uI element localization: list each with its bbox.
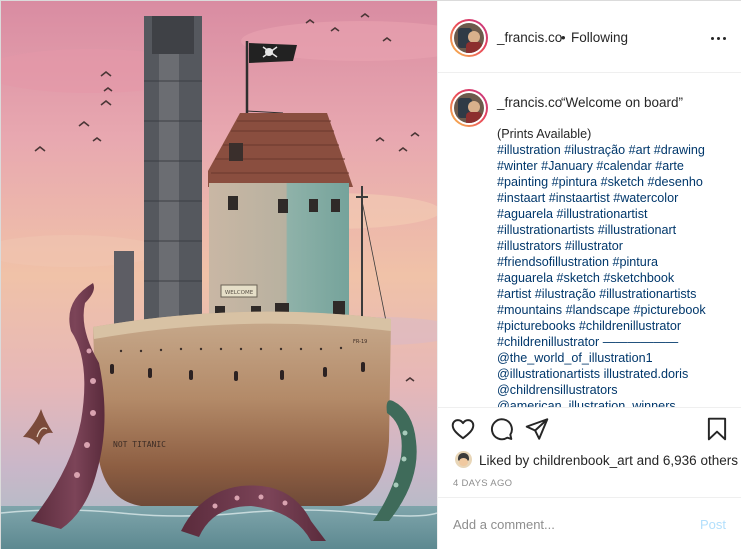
caption-line[interactable]: #winter #January #calendar #arte: [497, 158, 737, 174]
caption-line[interactable]: #childrenillustrator ——————: [497, 334, 737, 350]
caption-line[interactable]: @american_illustration_winners: [497, 398, 737, 407]
likes-text: Liked by childrenbook_art and 6,936 othe…: [479, 453, 738, 468]
likes-row: Liked by childrenbook_art and 6,936 othe…: [438, 449, 741, 473]
liker-username[interactable]: childrenbook_art: [533, 453, 633, 468]
author-avatar[interactable]: [450, 19, 488, 57]
caption-line[interactable]: #illustrationartists #illustrationart: [497, 222, 737, 238]
comment-box: Add a comment... Post: [438, 497, 741, 549]
post-image[interactable]: WELCOME NOT TITANIC FR-19: [1, 1, 437, 549]
caption-line[interactable]: #illustration #ilustração #art #drawing: [497, 142, 737, 158]
caption-line[interactable]: #painting #pintura #sketch #desenho: [497, 174, 737, 190]
liker-avatar[interactable]: [455, 451, 472, 468]
author-username[interactable]: _francis.co: [497, 30, 562, 45]
heart-icon[interactable]: [450, 416, 476, 442]
caption-line[interactable]: #picturebooks #childrenillustrator: [497, 318, 737, 334]
post-comment-button[interactable]: Post: [700, 517, 726, 532]
comment-icon[interactable]: [488, 416, 514, 442]
caption-line[interactable]: #friendsofillustration #pintura: [497, 254, 737, 270]
caption-line[interactable]: #aguarela #sketch #sketchbook: [497, 270, 737, 286]
caption-area[interactable]: _francis.co “Welcome on board” (Prints A…: [438, 74, 741, 407]
caption-line[interactable]: #artist #ilustração #illustrationartists: [497, 286, 737, 302]
separator-dot: •: [561, 30, 566, 45]
post-timestamp[interactable]: 4 DAYS AGO: [453, 478, 512, 489]
caption-line[interactable]: #instaart #instaartist #watercolor: [497, 190, 737, 206]
caption-username[interactable]: _francis.co: [497, 95, 562, 110]
comment-input[interactable]: Add a comment...: [453, 517, 555, 532]
ship-illustration: WELCOME NOT TITANIC FR-19: [1, 1, 437, 549]
caption-title: “Welcome on board”: [561, 95, 684, 110]
ellipsis-icon[interactable]: [708, 29, 730, 47]
hull-sign: WELCOME: [225, 290, 254, 296]
likes-count[interactable]: 6,936 others: [663, 453, 738, 468]
caption-line[interactable]: #mountains #landscape #picturebook: [497, 302, 737, 318]
caption-line[interactable]: #aguarela #illustrationartist: [497, 206, 737, 222]
stern-text: FR-19: [353, 339, 367, 345]
action-bar: [438, 407, 741, 451]
likes-prefix: Liked by: [479, 453, 534, 468]
post-sidebar: _francis.co • Following _francis.co “Wel…: [437, 1, 741, 549]
caption-line[interactable]: @childrensillustrators: [497, 382, 737, 398]
post-header: _francis.co • Following: [438, 1, 741, 73]
hull-text: NOT TITANIC: [113, 440, 166, 449]
bookmark-icon[interactable]: [704, 416, 730, 442]
caption-line[interactable]: @illustrationartists illustrated.doris: [497, 366, 737, 382]
share-icon[interactable]: [524, 416, 550, 442]
caption-body: (Prints Available) #illustration #ilustra…: [497, 126, 737, 407]
likes-middle: and: [632, 453, 663, 468]
instagram-post-modal: WELCOME NOT TITANIC FR-19 _francis.co • …: [0, 0, 741, 549]
caption-avatar[interactable]: [450, 89, 488, 127]
caption-line: (Prints Available): [497, 127, 592, 141]
caption-line[interactable]: #illustrators #illustrator: [497, 238, 737, 254]
caption-line[interactable]: @the_world_of_illustration1: [497, 350, 737, 366]
following-button[interactable]: Following: [571, 30, 628, 45]
